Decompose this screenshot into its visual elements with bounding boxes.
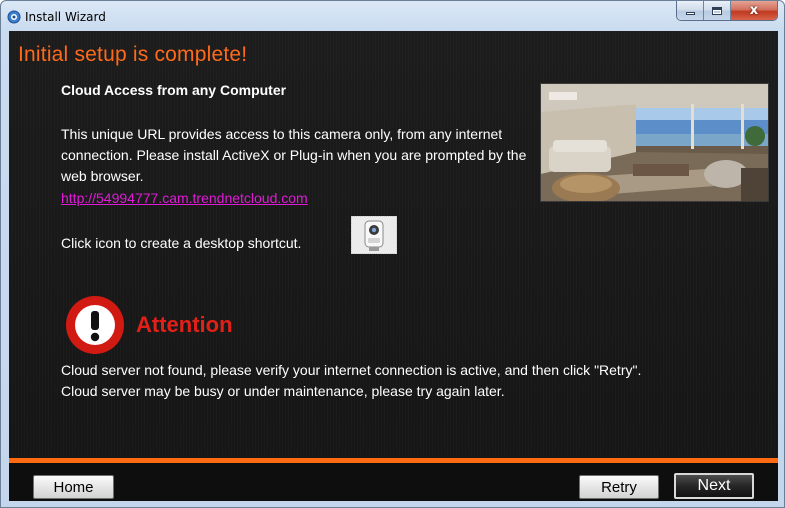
home-button[interactable]: Home bbox=[33, 475, 114, 499]
exclamation-alert-icon bbox=[63, 293, 127, 357]
error-message-line-1: Cloud server not found, please verify yo… bbox=[61, 362, 642, 378]
wizard-content: Initial setup is complete! Cloud Access … bbox=[9, 31, 778, 501]
section-heading: Cloud Access from any Computer bbox=[61, 82, 287, 98]
retry-button[interactable]: Retry bbox=[579, 475, 659, 499]
camera-shortcut-icon[interactable] bbox=[351, 216, 397, 254]
shortcut-instruction: Click icon to create a desktop shortcut. bbox=[61, 235, 302, 251]
footer-bar bbox=[9, 463, 778, 501]
error-message-line-2: Cloud server may be busy or under mainte… bbox=[61, 383, 505, 399]
title-bar[interactable]: Install Wizard x bbox=[1, 1, 784, 31]
living-room-photo bbox=[540, 83, 769, 202]
caption-buttons: x bbox=[676, 1, 778, 21]
minimize-icon bbox=[685, 12, 695, 15]
install-wizard-window: Install Wizard x Initial setup is comple… bbox=[0, 0, 785, 508]
next-button[interactable]: Next bbox=[674, 473, 754, 499]
minimize-button[interactable] bbox=[677, 1, 704, 20]
close-icon: x bbox=[749, 3, 759, 18]
page-title: Initial setup is complete! bbox=[18, 43, 248, 66]
close-button[interactable]: x bbox=[731, 1, 777, 20]
window-title: Install Wizard bbox=[25, 10, 106, 24]
maximize-icon bbox=[712, 6, 722, 15]
cloud-url-link[interactable]: http://54994777.cam.trendnetcloud.com bbox=[61, 190, 308, 206]
wizard-app-icon bbox=[7, 10, 21, 24]
maximize-button[interactable] bbox=[704, 1, 731, 20]
attention-heading: Attention bbox=[136, 312, 233, 337]
cloud-description: This unique URL provides access to this … bbox=[61, 126, 527, 184]
